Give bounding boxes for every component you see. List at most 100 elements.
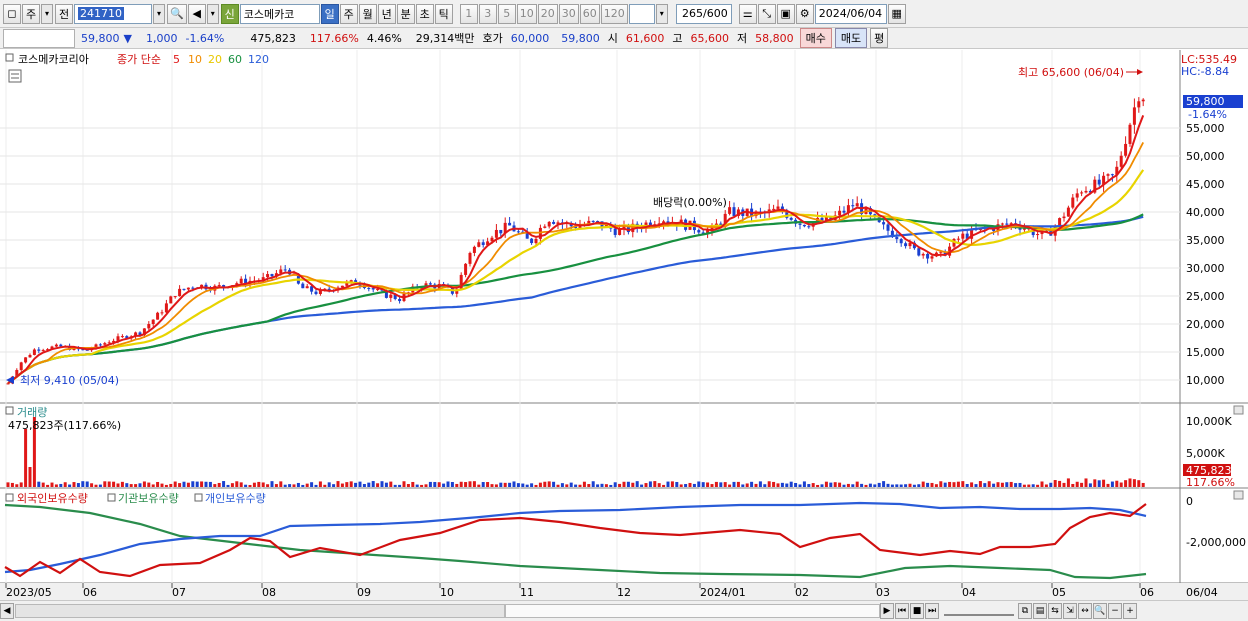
chevron-down-icon[interactable]: ▾ — [41, 3, 53, 24]
stock-chart[interactable]: 55,000 50,000 45,000 40,000 35,000 30,000 25,0… — [0, 50, 1248, 600]
interval-120[interactable]: 120 — [600, 3, 628, 24]
volume-bar — [644, 483, 648, 487]
volume-bar — [873, 484, 877, 487]
open-price: 61,600 — [625, 31, 665, 45]
interval-30[interactable]: 30 — [558, 3, 579, 24]
open-label: 시 — [607, 32, 618, 45]
candle-body — [151, 319, 155, 325]
prev-button[interactable]: 전 — [55, 3, 73, 24]
search-icon[interactable]: 🔍 — [167, 3, 187, 24]
volume-bar — [208, 481, 212, 487]
candle-body — [1132, 107, 1136, 125]
zoom-minus-icon[interactable]: − — [1108, 603, 1122, 619]
jump-last-icon[interactable]: ⏭ — [925, 603, 939, 619]
save-icon[interactable]: ▣ — [776, 3, 795, 24]
volume-bar — [895, 484, 899, 487]
tool-grid-icon[interactable]: ▤ — [1033, 603, 1047, 619]
sell-button[interactable]: 매도 — [834, 28, 868, 48]
interval-60[interactable]: 60 — [579, 3, 600, 24]
candle-body — [618, 229, 622, 235]
volume-close-icon[interactable] — [1233, 405, 1244, 415]
jump-first-icon[interactable]: ⏮ — [895, 603, 909, 619]
volume-bar — [191, 481, 195, 487]
holding-close-icon[interactable] — [1233, 490, 1244, 500]
count-value: 265 — [682, 7, 703, 20]
period-minute[interactable]: 분 — [396, 3, 415, 24]
interval-5[interactable]: 5 — [497, 3, 516, 24]
candle-body — [961, 233, 965, 239]
speaker-dropdown-icon[interactable]: ▾ — [206, 3, 219, 24]
buy-button[interactable]: 매수 — [799, 28, 832, 48]
stock-code-input[interactable]: 241710 — [74, 3, 152, 24]
count-input[interactable]: 265/600 — [675, 3, 732, 24]
crosshair-icon[interactable]: ⤡ — [757, 3, 776, 24]
volume-bar — [758, 481, 762, 487]
gear-icon[interactable]: ⚙ — [795, 3, 814, 24]
candle-body — [160, 312, 164, 314]
speaker-icon[interactable]: ◀ — [187, 3, 206, 24]
tool-copy-icon[interactable]: ⧉ — [1018, 603, 1032, 619]
volume-bar — [860, 483, 864, 487]
period-year[interactable]: 년 — [377, 3, 396, 24]
volume-bar — [37, 481, 41, 487]
tool-link-icon[interactable]: ↔ — [1078, 603, 1092, 619]
window-icon[interactable]: ◻ — [3, 3, 21, 24]
weekly-radio[interactable]: 주 — [22, 3, 40, 24]
volume-bar — [736, 481, 740, 487]
interval-1[interactable]: 1 — [459, 3, 478, 24]
period-second[interactable]: 초 — [415, 3, 434, 24]
interval-20[interactable]: 20 — [537, 3, 558, 24]
zoom-slider[interactable] — [944, 606, 1014, 616]
eval-button[interactable]: 평 — [870, 28, 889, 48]
panel-settings-icon[interactable] — [8, 69, 22, 83]
volume-bar — [129, 484, 133, 487]
volume-bar — [134, 484, 138, 487]
candle-body — [534, 238, 538, 244]
candle-settings-icon[interactable]: ⚌ — [738, 3, 757, 24]
price-tick: 50,000 — [1186, 150, 1225, 163]
volume-bar — [992, 483, 996, 487]
period-tick[interactable]: 틱 — [434, 3, 453, 24]
volume-bar — [384, 482, 388, 487]
code-dropdown-icon[interactable]: ▾ — [153, 3, 165, 24]
interval-dropdown-icon[interactable]: ▾ — [655, 3, 668, 24]
candle-body — [855, 203, 859, 207]
tool-compare-icon[interactable]: ⇆ — [1048, 603, 1062, 619]
zoom-plus-icon[interactable]: + — [1123, 603, 1137, 619]
stop-icon[interactable]: ■ — [910, 603, 924, 619]
volume-bar — [411, 481, 415, 487]
candle-body — [41, 349, 45, 351]
volume-bar — [481, 482, 485, 487]
volume-bar — [72, 482, 76, 487]
scroll-track[interactable] — [15, 604, 505, 618]
volume-bar — [587, 484, 591, 487]
tool-export-icon[interactable]: ⇲ — [1063, 603, 1077, 619]
period-week[interactable]: 주 — [339, 3, 358, 24]
date-input[interactable]: 2024/06/04 — [814, 3, 887, 24]
price-tick: 55,000 — [1186, 122, 1225, 135]
volume-bar — [820, 484, 824, 487]
candle-body — [1124, 143, 1128, 156]
stock-name-field[interactable]: 코스메카코 — [239, 3, 320, 24]
scroll-right-icon[interactable]: ▶ — [880, 603, 894, 619]
volume-bar — [222, 481, 226, 487]
scroll-thumb[interactable] — [505, 604, 880, 618]
volume-bar — [1053, 480, 1057, 487]
period-day[interactable]: 일 — [320, 3, 339, 24]
interval-3[interactable]: 3 — [478, 3, 497, 24]
calendar-icon[interactable]: ▦ — [887, 3, 906, 24]
period-month[interactable]: 월 — [358, 3, 377, 24]
volume-bar — [1075, 481, 1079, 487]
interval-custom-input[interactable] — [628, 3, 655, 24]
volume-bar — [486, 482, 490, 487]
zoom-out-search-icon[interactable]: 🔍 — [1093, 603, 1107, 619]
ma-legend-label: 종가 단순 — [117, 53, 161, 66]
quote-left-box — [3, 28, 75, 48]
volume-bar — [354, 482, 358, 487]
candle-body — [477, 242, 481, 247]
holding-panel-header: 외국인보유수량 기관보유수량 개인보유수량 — [5, 492, 266, 505]
scroll-left-icon[interactable]: ◀ — [0, 603, 14, 619]
interval-10[interactable]: 10 — [516, 3, 537, 24]
volume-bar — [81, 481, 85, 487]
candle-body — [508, 222, 512, 226]
